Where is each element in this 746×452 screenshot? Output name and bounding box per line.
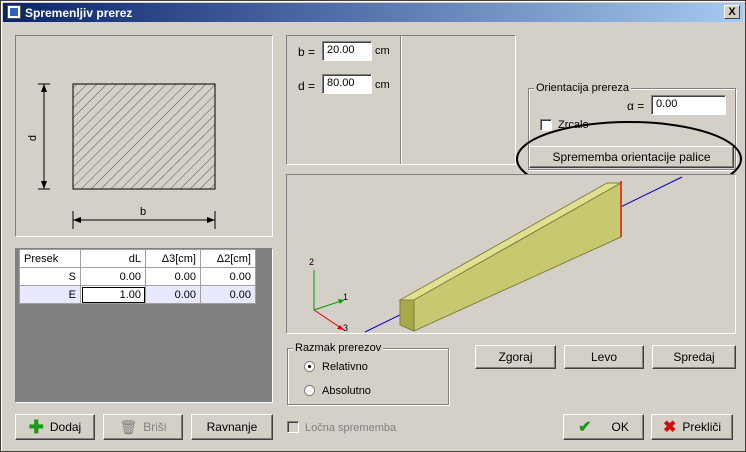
close-button[interactable]: X [724,5,740,19]
axis-3-label: 3 [343,323,349,333]
arc-change-label: Ločna sprememba [305,422,397,434]
cell-d2[interactable]: 0.00 [200,267,256,286]
view-left-button[interactable]: Levo [564,345,644,369]
table-panel: Presek dL Δ3[cm] Δ2[cm] S 0.00 0.00 0.00… [15,248,273,403]
header-dl: dL [80,249,146,268]
alpha-label: α = [627,99,645,113]
add-button-label: Dodaj [49,420,82,434]
b-label: b = [298,45,316,59]
axis-2-label: 2 [309,257,315,267]
add-button[interactable]: ✚ Dodaj [15,414,95,440]
b-input[interactable]: 20.00 [322,41,372,61]
cancel-button-label: Prekliči [682,420,722,434]
view-front-button[interactable]: Spredaj [652,345,736,369]
section-preview-panel: d b [15,35,273,237]
header-d2: Δ2[cm] [200,249,256,268]
orientation-group-title: Orientacija prereza [534,82,631,94]
beam-3d-drawing [313,176,683,333]
b-unit: cm [375,45,390,57]
beam-end-face [399,299,415,332]
radio-relative[interactable] [304,361,315,372]
cell-d3[interactable]: 0.00 [145,285,201,304]
arc-change-checkbox[interactable] [287,421,299,433]
header-d3: Δ3[cm] [145,249,201,268]
dialog-window: Spremenljiv prerez X d b b = 20.00 cm d … [0,0,746,452]
cell-d3[interactable]: 0.00 [145,267,201,286]
align-button[interactable]: Ravnanje [191,414,273,440]
cancel-button[interactable]: ✖ Prekliči [651,414,733,440]
radio-absolute[interactable] [304,385,315,396]
table-row[interactable]: S 0.00 0.00 0.00 [19,267,256,286]
header-presek: Presek [19,249,81,268]
table-row[interactable]: E 1.00 0.00 0.00 [19,285,256,304]
d-label: d = [298,79,316,93]
trash-icon: 🗑 [119,418,138,435]
cell-d2[interactable]: 0.00 [200,285,256,304]
d-unit: cm [375,79,390,91]
check-icon: ✔ [578,419,592,436]
beam-3d-view[interactable]: 2 1 3 [286,174,736,334]
spacing-group-title: Razmak prerezov [293,342,384,354]
cross-icon: ✖ [662,419,677,436]
axis-1-label: 1 [343,292,349,302]
beam-side-face [413,182,622,332]
cell-dl[interactable]: 0.00 [80,267,146,286]
radio-relative-label: Relativno [322,361,368,373]
view-top-button[interactable]: Zgoraj [475,345,556,369]
plus-icon: ✚ [28,417,44,437]
dimensions-panel: b = 20.00 cm d = 80.00 cm [286,35,516,165]
delete-button-label: Briši [143,420,167,434]
cell-dl[interactable]: 1.00 [80,285,146,304]
ok-button[interactable]: ✔ OK [563,414,644,440]
section-rectangle [72,83,216,190]
sections-table: Presek dL Δ3[cm] Δ2[cm] S 0.00 0.00 0.00… [19,249,256,304]
d-input[interactable]: 80.00 [322,74,372,94]
delete-button[interactable]: 🗑 Briši [103,414,183,440]
title-bar: Spremenljiv prerez X [3,3,743,22]
radio-absolute-label: Absolutno [322,385,371,397]
row-name[interactable]: E [19,285,81,304]
window-title: Spremenljiv prerez [25,6,133,20]
app-icon [7,5,21,19]
dim-label-d: d [27,134,40,142]
row-name[interactable]: S [19,267,81,286]
ok-button-label: OK [611,420,629,434]
dim-label-b: b [140,206,147,218]
alpha-input[interactable]: 0.00 [651,95,726,115]
